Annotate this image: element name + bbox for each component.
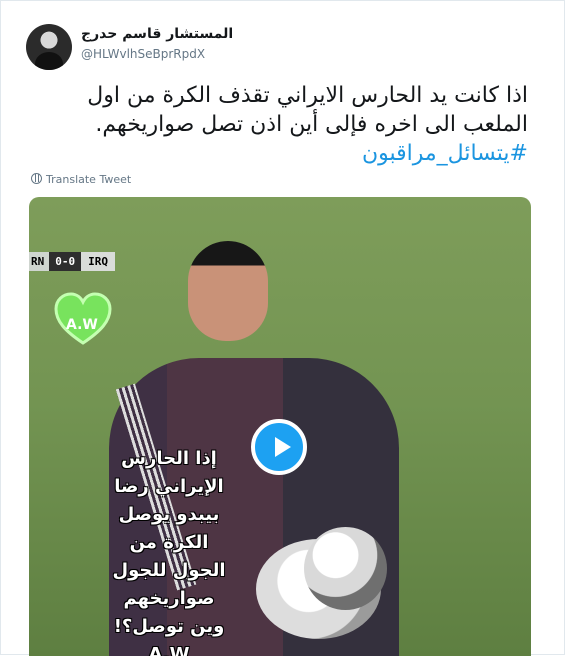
scoreboard: RN 0-0 IRQ bbox=[29, 252, 153, 271]
overlay-line: إذا الحارس bbox=[121, 448, 217, 469]
heart-badge-label: A.W bbox=[66, 317, 98, 333]
user-handle[interactable]: @HLWvlhSeBprRpdX bbox=[81, 47, 205, 61]
overlay-line: بيبدو يوصل bbox=[118, 504, 220, 525]
globe-icon bbox=[31, 173, 42, 184]
scoreboard-score: 0-0 bbox=[49, 252, 82, 271]
scoreboard-team-right: IRQ bbox=[81, 252, 115, 271]
hashtag-link[interactable]: #يتسائل_مراقبون bbox=[362, 139, 528, 168]
overlay-line: الجول للجول bbox=[112, 560, 226, 581]
tweet-text: اذا كانت يد الحارس الايراني تقذف الكرة م… bbox=[87, 83, 528, 137]
player-head bbox=[188, 241, 268, 341]
translate-label: Translate Tweet bbox=[46, 173, 132, 186]
overlay-line: وين توصل؟! bbox=[113, 616, 225, 637]
translate-tweet-link[interactable]: Translate Tweet bbox=[31, 173, 131, 186]
video-overlay-text: إذا الحارس الإيراني رضا بيبدو يوصل الكرة… bbox=[84, 445, 254, 656]
avatar[interactable] bbox=[26, 24, 72, 70]
tweet-card: المستشار قاسم حدرج @HLWvlhSeBprRpdX اذا … bbox=[0, 0, 565, 656]
soccer-ball bbox=[304, 527, 387, 610]
scoreboard-team-left: RN bbox=[29, 252, 50, 271]
overlay-line: A.W bbox=[148, 644, 190, 656]
overlay-line: صواريخهم bbox=[123, 588, 215, 609]
overlay-line: الإيراني رضا bbox=[114, 476, 224, 497]
video-player[interactable]: RN 0-0 IRQ A.W إذا الحارس الإيراني رضا ب… bbox=[29, 197, 531, 656]
overlay-line: الكرة من bbox=[129, 532, 209, 553]
display-name[interactable]: المستشار قاسم حدرج bbox=[81, 26, 233, 42]
play-button[interactable] bbox=[251, 419, 307, 475]
